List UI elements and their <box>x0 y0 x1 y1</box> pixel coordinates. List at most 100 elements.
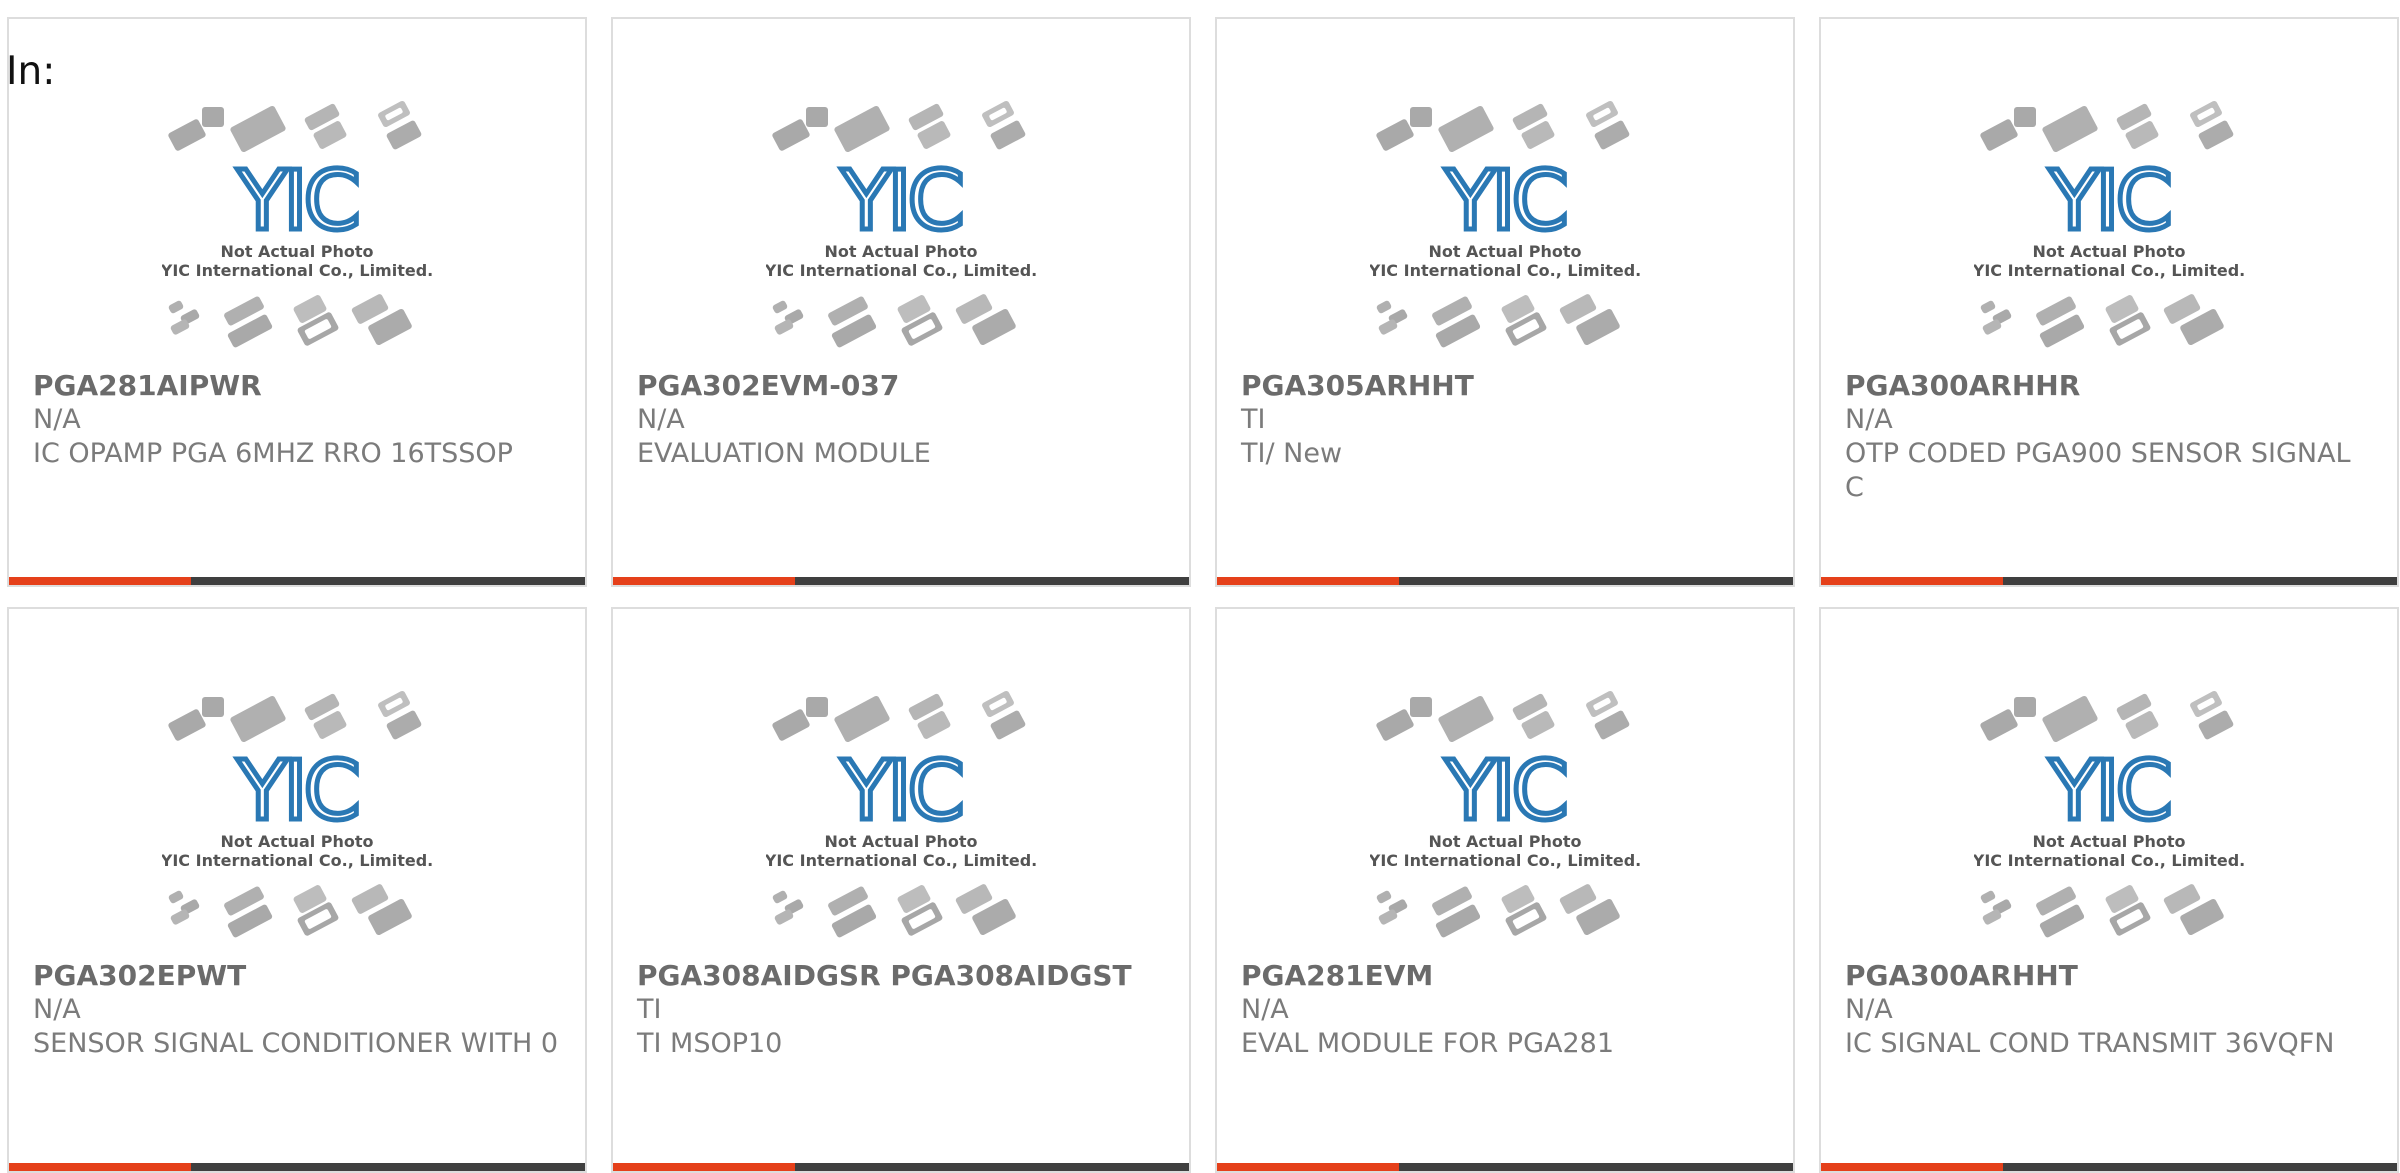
chip-icons-top <box>1980 690 2234 743</box>
product-card[interactable]: YIC Not Actual Photo YIC International Co.… <box>1215 17 1795 587</box>
placeholder-product-image: YICNot Actual PhotoYIC International Co.… <box>162 690 432 938</box>
chip-package-icon <box>772 300 788 314</box>
chip-package-icon <box>230 105 286 153</box>
product-description: IC SIGNAL COND TRANSMIT 36VQFN <box>1845 1028 2335 1059</box>
part-number[interactable]: PGA305ARHHT <box>1241 369 1769 403</box>
placeholder-product-image: YICNot Actual PhotoYIC International Co.… <box>1370 100 1640 348</box>
chip-icons-top <box>1980 100 2234 153</box>
yic-logo-icon: YIC <box>1444 154 1565 249</box>
product-image[interactable]: YIC Not Actual Photo YIC International Co.… <box>613 99 1189 374</box>
manufacturer: TI <box>637 994 662 1025</box>
chip-icons-bottom <box>1376 884 1620 938</box>
chip-package-icon <box>772 890 788 904</box>
product-image[interactable]: YIC Not Actual Photo YIC International Co.… <box>1821 689 2397 964</box>
manufacturer: TI <box>1241 404 1266 435</box>
card-accent-bar <box>9 577 191 585</box>
product-card[interactable]: YIC Not Actual Photo YIC International Co.… <box>1819 17 2399 587</box>
part-number[interactable]: PGA302EPWT <box>33 959 561 993</box>
image-caption-line2: YIC International Co., Limited. <box>162 261 432 280</box>
card-accent-bar <box>1217 1163 1399 1171</box>
placeholder-product-image: YICNot Actual PhotoYIC International Co.… <box>162 100 432 348</box>
chip-icons-bottom <box>772 294 1016 348</box>
card-bottom-bar <box>613 1163 1189 1171</box>
part-number[interactable]: PGA300ARHHR <box>1845 369 2373 403</box>
manufacturer: N/A <box>1845 994 1893 1025</box>
product-image[interactable]: YIC Not Actual Photo YIC International Co.… <box>1217 689 1793 964</box>
image-caption-line1: Not Actual Photo <box>220 832 373 851</box>
product-image[interactable]: YIC Not Actual Photo YIC International Co.… <box>1217 99 1793 374</box>
card-accent-bar <box>1821 577 2003 585</box>
image-caption-line1: Not Actual Photo <box>2032 242 2185 261</box>
chip-package-icon <box>772 119 810 151</box>
card-bottom-bar <box>613 577 1189 585</box>
product-card[interactable]: YIC Not Actual Photo YIC International Co.… <box>7 607 587 1173</box>
image-caption-line2: YIC International Co., Limited. <box>766 261 1036 280</box>
product-description: TI/ New <box>1241 438 1343 469</box>
part-number[interactable]: PGA302EVM-037 <box>637 369 1165 403</box>
chip-package-icon <box>834 695 890 743</box>
yic-logo-icon: YIC <box>236 744 357 839</box>
card-bottom-bar <box>9 577 585 585</box>
product-description: IC OPAMP PGA 6MHZ RRO 16TSSOP <box>33 438 513 469</box>
product-info: PGA300ARHHT N/A IC SIGNAL COND TRANSMIT … <box>1845 959 2373 1061</box>
image-caption-line2: YIC International Co., Limited. <box>1974 261 2244 280</box>
placeholder-product-image: YICNot Actual PhotoYIC International Co.… <box>1974 100 2244 348</box>
card-bottom-bar <box>1217 577 1793 585</box>
manufacturer: N/A <box>637 404 685 435</box>
chip-package-icon <box>1980 709 2018 741</box>
chip-icons-top <box>1376 690 1630 743</box>
chip-icons-top <box>168 100 422 153</box>
chip-package-icon <box>1980 300 1996 314</box>
part-number[interactable]: PGA308AIDGSR PGA308AIDGST <box>637 959 1165 993</box>
chip-icons-top <box>168 690 422 743</box>
product-card[interactable]: YIC Not Actual Photo YIC International Co.… <box>611 17 1191 587</box>
chip-icons-bottom <box>1980 884 2224 938</box>
chip-package-icon <box>772 709 810 741</box>
chip-package-icon <box>1376 119 1414 151</box>
yic-logo-icon: YIC <box>1444 744 1565 839</box>
product-info: PGA308AIDGSR PGA308AIDGST TI TI MSOP10 <box>637 959 1165 1061</box>
manufacturer: N/A <box>1241 994 1289 1025</box>
card-accent-bar <box>9 1163 191 1171</box>
image-caption-line2: YIC International Co., Limited. <box>766 851 1036 870</box>
part-number[interactable]: PGA300ARHHT <box>1845 959 2373 993</box>
placeholder-product-image: YICNot Actual PhotoYIC International Co.… <box>1974 690 2244 938</box>
product-description: EVAL MODULE FOR PGA281 <box>1241 1028 1615 1059</box>
product-card[interactable]: YIC Not Actual Photo YIC International Co.… <box>1819 607 2399 1173</box>
chip-package-icon <box>1376 709 1414 741</box>
product-image[interactable]: YIC Not Actual Photo YIC International Co.… <box>9 689 585 964</box>
product-grid: YIC Not Actual Photo YIC International Co.… <box>0 0 2400 1173</box>
product-image[interactable]: YIC Not Actual Photo YIC International Co.… <box>9 99 585 374</box>
image-caption-line2: YIC International Co., Limited. <box>162 851 432 870</box>
product-card[interactable]: YIC Not Actual Photo YIC International Co.… <box>611 607 1191 1173</box>
product-info: PGA302EPWT N/A SENSOR SIGNAL CONDITIONER… <box>33 959 561 1061</box>
part-number[interactable]: PGA281AIPWR <box>33 369 561 403</box>
chip-icons-bottom <box>1980 294 2224 348</box>
chip-icons-top <box>1376 100 1630 153</box>
product-info: PGA300ARHHR N/A OTP CODED PGA900 SENSOR … <box>1845 369 2373 505</box>
yic-logo-icon: YIC <box>236 154 357 249</box>
image-caption-line2: YIC International Co., Limited. <box>1370 261 1640 280</box>
chip-package-icon <box>2042 105 2098 153</box>
chip-icons-top <box>772 100 1026 153</box>
chip-package-icon <box>168 300 184 314</box>
manufacturer: N/A <box>33 994 81 1025</box>
card-bottom-bar <box>1821 1163 2397 1171</box>
placeholder-product-image: YICNot Actual PhotoYIC International Co.… <box>1370 690 1640 938</box>
chip-package-icon <box>1376 300 1392 314</box>
product-card[interactable]: YIC Not Actual Photo YIC International Co.… <box>7 17 587 587</box>
product-card[interactable]: YIC Not Actual Photo YIC International Co.… <box>1215 607 1795 1173</box>
chip-package-icon <box>1438 695 1494 743</box>
product-image[interactable]: YIC Not Actual Photo YIC International Co.… <box>613 689 1189 964</box>
product-description: OTP CODED PGA900 SENSOR SIGNAL C <box>1845 438 2351 503</box>
product-info: PGA281EVM N/A EVAL MODULE FOR PGA281 <box>1241 959 1769 1061</box>
chip-package-icon <box>2042 695 2098 743</box>
chip-package-icon <box>230 695 286 743</box>
image-caption-line1: Not Actual Photo <box>824 832 977 851</box>
part-number[interactable]: PGA281EVM <box>1241 959 1769 993</box>
chip-package-icon <box>1980 890 1996 904</box>
chip-package-icon <box>834 105 890 153</box>
product-image[interactable]: YIC Not Actual Photo YIC International Co.… <box>1821 99 2397 374</box>
chip-package-icon <box>168 119 206 151</box>
placeholder-product-image: YICNot Actual PhotoYIC International Co.… <box>766 100 1036 348</box>
